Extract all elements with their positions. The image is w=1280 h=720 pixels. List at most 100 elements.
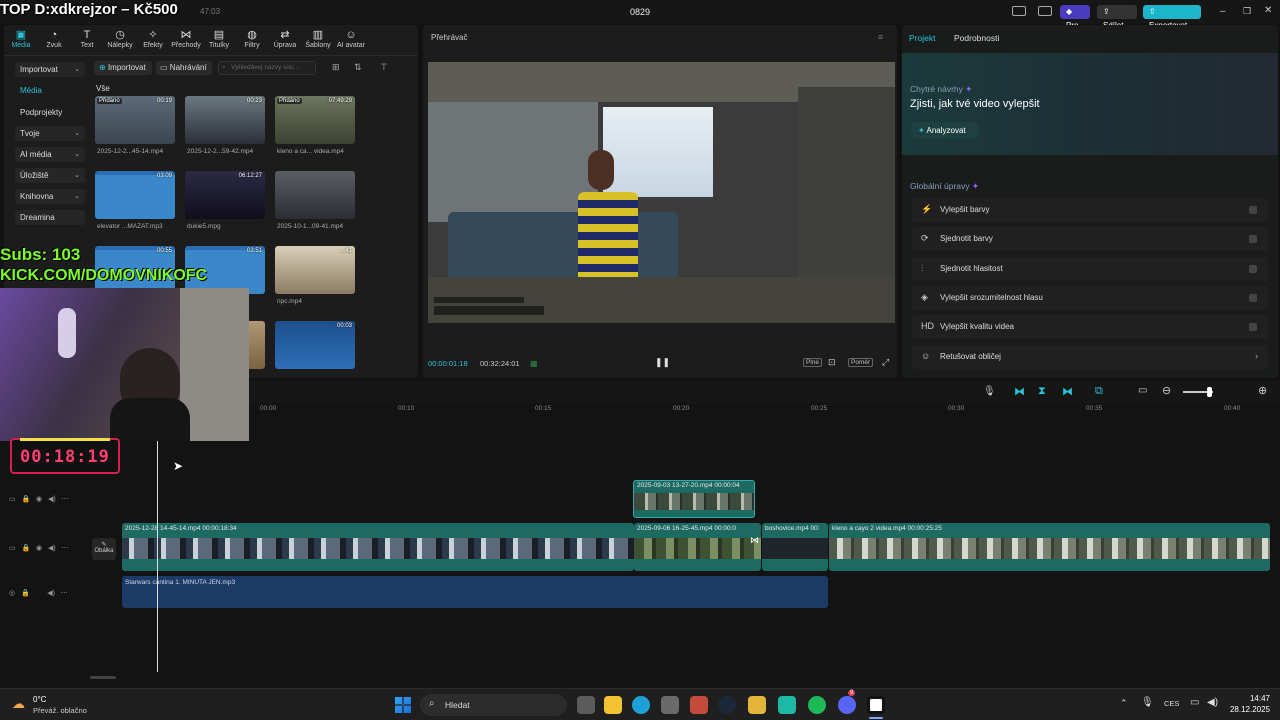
app3-icon[interactable]	[778, 696, 796, 714]
taskbar-search[interactable]: ⌕ Hledat	[420, 694, 567, 716]
media-item[interactable]: 03:09	[95, 171, 175, 219]
sidebar-item-4[interactable]: AI média ⌄	[15, 147, 85, 162]
main-clip-3[interactable]: boshovice.mp4 00:	[762, 523, 828, 571]
enhancement-toggle[interactable]	[1249, 235, 1257, 244]
cover-button[interactable]: ✎ Obálka	[92, 538, 116, 560]
weather-text[interactable]: Převáž. oblačno	[33, 706, 87, 715]
toolbar-item-2[interactable]: T Text	[70, 29, 104, 49]
enhancement-row[interactable]: HD Vylepšit kvalitu videa	[912, 315, 1268, 340]
toolbar-item-5[interactable]: ⋈ Přechody	[169, 29, 203, 49]
speaker-icon[interactable]: ◀)	[47, 590, 55, 597]
filter-all[interactable]: Vše	[96, 84, 110, 93]
maximize-icon[interactable]: ❐	[1243, 6, 1251, 17]
file-explorer-icon[interactable]	[604, 696, 622, 714]
media-item[interactable]: 00:19 Přidáno	[95, 96, 175, 144]
more-icon[interactable]: ⋯	[62, 545, 69, 552]
media-item[interactable]: 07:49:29 Přidáno	[275, 96, 355, 144]
clock-date[interactable]: 28.12.2025	[1222, 705, 1270, 714]
enhancement-toggle[interactable]	[1249, 323, 1257, 332]
screenshot-icon[interactable]: ⊡	[828, 357, 836, 368]
close-icon[interactable]: ✕	[1264, 5, 1272, 16]
microphone-tray-icon[interactable]: 🎙	[1141, 697, 1154, 708]
media-item[interactable]: 00:03	[275, 321, 355, 369]
edge-icon[interactable]	[632, 696, 650, 714]
toolbar-item-4[interactable]: ✧ Efekty	[136, 29, 170, 49]
weather-icon[interactable]: ☁	[12, 696, 25, 712]
windows-start-icon[interactable]	[395, 697, 411, 713]
link-icon[interactable]: ⧓	[1014, 385, 1025, 398]
eye-icon[interactable]: ◉	[36, 545, 42, 552]
timeline-scrollbar[interactable]	[90, 676, 116, 679]
enhancement-toggle[interactable]	[1249, 206, 1257, 214]
zoom-in-icon[interactable]: ⊕	[1258, 384, 1267, 397]
subtitle-toggle-icon[interactable]: ▭	[1138, 385, 1147, 396]
media-item[interactable]: ...41	[275, 246, 355, 294]
sidebar-item-7[interactable]: Dreamina	[15, 210, 85, 225]
more-icon[interactable]: ⋯	[62, 496, 69, 503]
magnet-icon[interactable]: ⧗	[1038, 385, 1046, 398]
search-input[interactable]: ⌕ Vyhledávej názvy sou...	[218, 61, 316, 75]
capcut-icon[interactable]	[867, 696, 885, 714]
sidebar-item-0[interactable]: Importovat ⌄	[15, 62, 85, 77]
toolbar-item-8[interactable]: ⇄ Úprava	[268, 29, 302, 49]
audio-track-icon[interactable]: ◎	[9, 590, 15, 597]
enhancement-toggle[interactable]	[1249, 293, 1257, 302]
sidebar-item-1[interactable]: Média	[15, 83, 85, 98]
temperature[interactable]: 0°C	[33, 695, 46, 704]
media-item[interactable]: 06:12:27	[185, 171, 265, 219]
audio-clip[interactable]: Starwars cantina 1. MINUTA JEN.mp3	[122, 576, 828, 608]
enhancement-row[interactable]: ⚡ Vylepšit barvy	[912, 198, 1268, 222]
eye-icon[interactable]: ◉	[36, 496, 42, 503]
language-indicator[interactable]: CES	[1164, 699, 1179, 708]
sidebar-item-3[interactable]: Tvoje ⌄	[15, 126, 85, 141]
discord-icon[interactable]: 9	[838, 690, 856, 714]
steam-icon[interactable]	[718, 696, 736, 714]
network-icon[interactable]: ▭	[1190, 697, 1199, 708]
volume-icon[interactable]: ◀)	[1207, 697, 1218, 708]
export-button[interactable]: ⇧ Exportovat	[1143, 5, 1201, 30]
track-icon[interactable]: ▭	[9, 545, 16, 552]
toolbar-item-0[interactable]: ▣ Média	[4, 29, 38, 49]
toolbar-item-7[interactable]: ◍ Filtry	[235, 29, 269, 49]
pause-icon[interactable]: ❚❚	[655, 357, 670, 368]
toolbar-item-3[interactable]: ◷ Nálepky	[103, 29, 137, 49]
menu-icon[interactable]: ≡	[878, 32, 883, 42]
import-button[interactable]: ⊕ Importovat	[94, 61, 152, 75]
speaker-icon[interactable]: ◀)	[48, 545, 56, 552]
tab-details[interactable]: Podrobnosti	[954, 33, 999, 43]
media-item[interactable]	[275, 171, 355, 219]
filter-icon[interactable]: ⊤	[380, 62, 388, 73]
enhancement-row[interactable]: ◈ Vylepšit srozumitelnost hlasu	[912, 285, 1268, 310]
sort-icon[interactable]: ⇅	[354, 62, 362, 73]
toolbar-item-10[interactable]: ☺ AI avatar	[334, 29, 368, 49]
media-item[interactable]: 00:23	[185, 96, 265, 144]
enhancement-row[interactable]: ☺ Retušovat obličej ›	[912, 344, 1268, 369]
lock-icon[interactable]: 🔒	[21, 545, 30, 552]
spotify-icon[interactable]	[808, 696, 826, 714]
sidebar-item-6[interactable]: Knihovna ⌄	[15, 189, 85, 204]
task-view-icon[interactable]	[577, 696, 595, 714]
analyze-button[interactable]: ✦ Analyzovat	[910, 122, 980, 139]
layout-icon[interactable]	[1012, 6, 1026, 16]
sidebar-item-5[interactable]: Úložiště ⌄	[15, 168, 85, 183]
microphone-icon[interactable]: 🎙	[983, 386, 996, 397]
snap-icon[interactable]: ⧓	[1062, 385, 1073, 398]
lock-icon[interactable]: 🔒	[21, 496, 30, 503]
track-icon[interactable]: ▭	[9, 496, 16, 503]
tab-project[interactable]: Projekt	[909, 33, 935, 43]
sidebar-item-2[interactable]: Podprojekty	[15, 105, 85, 120]
lock-icon[interactable]: 🔒	[21, 590, 30, 597]
share-button[interactable]: ⇪ Sdílet	[1097, 5, 1137, 30]
overlay-clip[interactable]: 2025-09-03 13-27-20.mp4 00:00:04	[633, 480, 755, 518]
clock-time[interactable]: 14:47	[1232, 694, 1270, 703]
enhancement-row[interactable]: ⟳ Sjednotit barvy	[912, 227, 1268, 252]
playhead[interactable]	[157, 440, 158, 672]
enhancement-row[interactable]: ⫶ Sjednotit hlasitost	[912, 256, 1268, 281]
zoom-slider-handle[interactable]	[1207, 387, 1212, 397]
app-icon[interactable]	[690, 696, 708, 714]
aspect-ratio-button[interactable]: Poměr	[848, 358, 874, 367]
zoom-out-icon[interactable]: ⊖	[1162, 384, 1171, 397]
shortcut-icon[interactable]	[1038, 6, 1052, 16]
more-icon[interactable]: ⋯	[61, 590, 68, 597]
toolbar-item-1[interactable]: ◔ Zvuk	[37, 29, 71, 49]
